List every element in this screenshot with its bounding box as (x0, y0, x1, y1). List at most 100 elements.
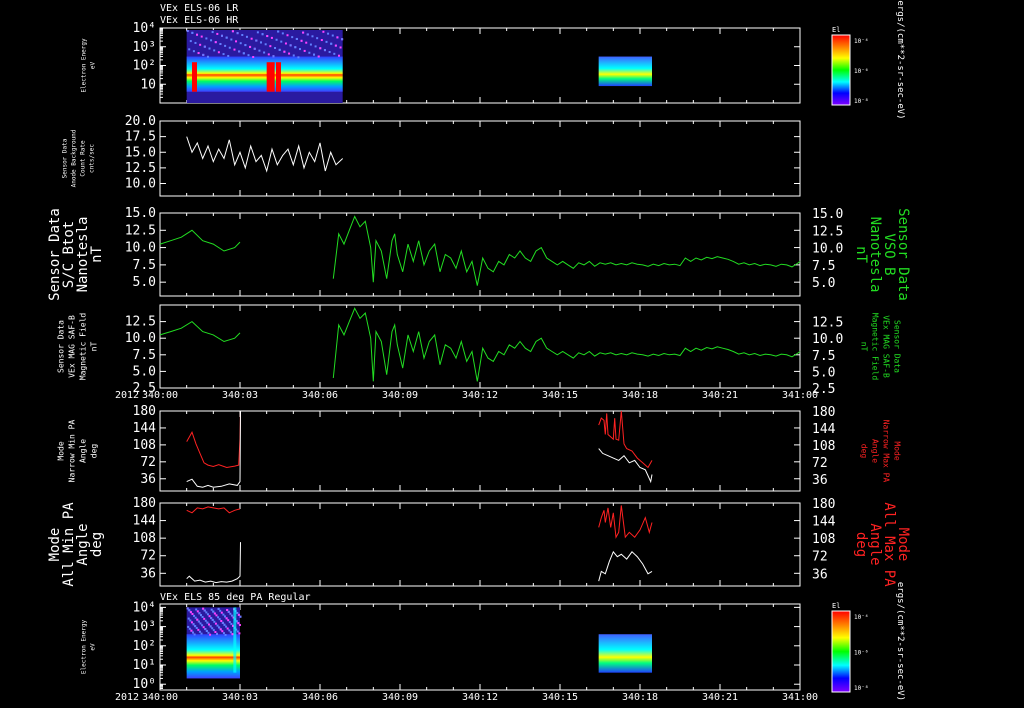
spectrogram-speckle (203, 45, 206, 48)
spectrogram-speckle (238, 624, 241, 627)
spectrogram-speckle (238, 50, 241, 53)
spectrogram-speckle (214, 41, 217, 44)
spectrogram-speckle (190, 629, 193, 632)
y-tick-label: 10² (133, 59, 156, 74)
x-tick-label: 340:00 (142, 692, 178, 703)
spectrogram-speckle (220, 34, 223, 37)
spectrogram-speckle (205, 37, 208, 40)
y-axis-label-line: Anode Background (71, 129, 78, 187)
colorbar-tick-label: 10⁻⁶ (854, 68, 868, 75)
y-tick-label: 108 (133, 438, 156, 453)
spectrogram-speckle (235, 40, 238, 43)
spectrogram-core (186, 56, 343, 92)
spectrogram-speckle (225, 36, 228, 39)
x-tick-label: 340:03 (222, 692, 258, 703)
spectrogram-speckle (198, 630, 201, 633)
spectrogram-speckle (195, 608, 198, 611)
spectrogram-speckle (217, 607, 220, 610)
y-tick-label-right: 72 (812, 456, 828, 471)
y-axis-label-line: eV (90, 643, 97, 651)
spectrogram-speckle (255, 39, 258, 42)
spectrogram-speckle (213, 620, 216, 623)
spectrogram-speckle (245, 35, 248, 38)
spectrogram-speckle (308, 51, 311, 54)
y-tick-label: 20.0 (125, 114, 156, 129)
spectrogram-speckle (187, 617, 190, 620)
spectrogram-speckle (314, 45, 317, 48)
y-axis-label-right-line: nT (860, 342, 869, 352)
spectrogram-speckle (204, 628, 207, 631)
spectrogram-stripe (233, 607, 237, 673)
spectrogram-speckle (200, 614, 202, 617)
spectrogram-speckle (309, 43, 312, 46)
spectrogram-speckle (281, 32, 284, 35)
x-tick-label: 340:21 (702, 692, 738, 703)
spectrogram-speckle (186, 30, 189, 32)
spectrogram-speckle (212, 629, 215, 632)
y-axis-label-line: Electron Energy (81, 620, 88, 675)
spectrogram-speckle (196, 618, 199, 621)
y-tick-label-right: 180 (812, 497, 835, 512)
spectrogram-speckle (339, 46, 342, 49)
x-axis-year: 2012 (115, 390, 139, 401)
spectrogram-block (598, 634, 652, 673)
spectrogram-speckle (227, 610, 230, 613)
x-tick-label: 340:00 (142, 390, 178, 401)
spectrogram-speckle (202, 626, 205, 629)
y-axis-label-line: eV (90, 62, 97, 70)
spectrogram-speckle (187, 625, 190, 628)
spectrogram-speckle (334, 44, 337, 47)
spectrogram-speckle (202, 53, 205, 56)
y-tick-label-right: 108 (812, 439, 835, 454)
spectrogram-speckle (230, 614, 233, 617)
spectrogram-speckle (311, 35, 314, 38)
y-tick-label-right: 108 (812, 532, 835, 547)
y-axis-label-right-line: Angle (871, 439, 880, 463)
y-tick-label-right: 7.5 (812, 259, 835, 274)
spectrogram-speckle (236, 630, 239, 633)
y-tick-label-right: 12.5 (812, 224, 843, 239)
spectrogram-speckle (189, 40, 192, 43)
spectrogram-speckle (210, 608, 213, 611)
spectrogram-speckle (238, 632, 241, 635)
spectrogram-speckle (223, 623, 226, 626)
spectrogram-speckle (306, 33, 309, 36)
x-tick-label: 340:12 (462, 692, 498, 703)
spectrogram-speckle (227, 619, 230, 622)
panel-title: VEx ELS-06 HR (160, 15, 239, 26)
colorbar-unit: ergs/(cm**2-sr-sec-eV) (895, 0, 905, 119)
colorbar-tick-label: 10⁻⁴ (854, 38, 868, 45)
y-axis-label-right-line: Narrow Max PA (882, 420, 891, 483)
y-tick-label-right: 12.5 (812, 316, 843, 331)
y-tick-label-right: 15.0 (812, 207, 843, 222)
y-axis-label-line: nT (89, 246, 105, 263)
spectrogram-speckle (283, 50, 286, 53)
y-axis-label-right-line: Mode (893, 441, 902, 460)
spectrogram-speckle (207, 631, 210, 634)
spectrogram-speckle (189, 611, 192, 614)
y-axis-label-right-line: Sensor Data (893, 320, 902, 373)
spectrogram-speckle (206, 55, 209, 58)
y-tick-label: 10³ (133, 620, 156, 635)
spectrogram-speckle (247, 54, 250, 57)
spectrogram-speckle (250, 37, 253, 40)
spectrogram-speckle (219, 628, 222, 631)
y-axis-label-line: Sensor Data (62, 138, 69, 178)
y-axis-label-line: Count Rate (80, 140, 87, 177)
x-tick-label: 340:18 (622, 692, 658, 703)
spectrogram-speckle (266, 35, 269, 38)
spectrogram-speckle (196, 33, 199, 36)
spectrogram-speckle (202, 607, 205, 610)
colorbar-label: El (832, 26, 840, 34)
spectrogram-speckle (228, 46, 231, 49)
panel-title: VEx ELS 85 deg PA Regular (160, 592, 311, 603)
y-tick-label: 5.0 (133, 275, 156, 290)
spectrogram-speckle (210, 39, 213, 42)
y-tick-label: 10⁴ (133, 21, 156, 36)
spectrogram-speckle (198, 612, 201, 615)
spectrogram-speckle (300, 39, 303, 42)
spectrogram-speckle (199, 622, 202, 625)
y-tick-label: 17.5 (125, 130, 156, 145)
spectrogram-speckle (258, 49, 261, 52)
spectrogram-speckle (322, 30, 325, 33)
